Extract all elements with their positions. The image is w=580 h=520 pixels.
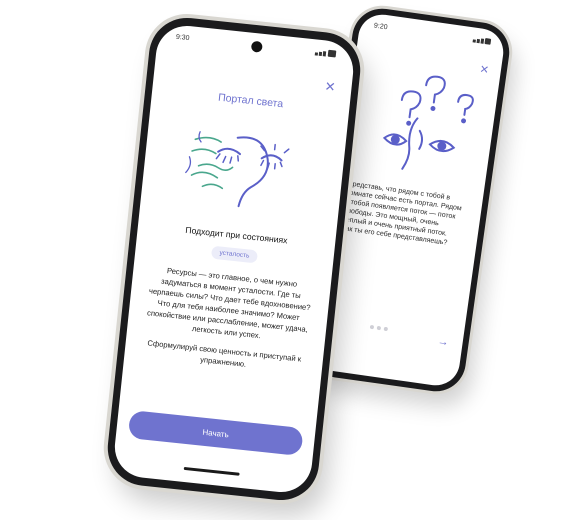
start-button[interactable]: Начать [127, 410, 304, 457]
status-time: 9:30 [175, 33, 190, 43]
pagination-dots [369, 316, 392, 337]
close-icon[interactable]: ✕ [324, 79, 336, 96]
page-title: Портал света [217, 91, 284, 111]
home-indicator[interactable] [183, 466, 240, 476]
description: Ресурсы — это главное, о чем нужно задум… [138, 263, 317, 376]
arrow-right-icon[interactable]: → [437, 335, 450, 348]
section-heading: Подходит при состояниях [184, 224, 289, 246]
back-status-time: 9:20 [373, 22, 388, 32]
signal-icon [472, 36, 494, 45]
state-tag[interactable]: усталость [210, 245, 259, 264]
back-description: Представь, что рядом с тобой в комнате с… [340, 180, 463, 247]
question-eyes-illustration [382, 75, 474, 170]
battery-icon [314, 48, 340, 58]
phone-front: 9:30 ✕ Портал света Подходит при состоян… [104, 14, 364, 504]
close-icon[interactable]: ✕ [479, 63, 490, 77]
camera-icon [250, 40, 263, 53]
face-illustration [185, 131, 290, 208]
